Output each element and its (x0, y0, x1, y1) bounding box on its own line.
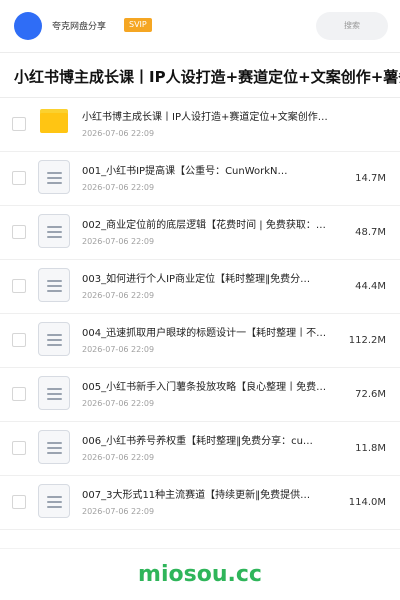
svip-badge: SVIP (124, 18, 152, 32)
checkbox[interactable] (12, 333, 26, 347)
file-size: 11.8M (355, 443, 386, 454)
top-bar: 夸克网盘分享 SVIP 搜索 (0, 0, 400, 52)
top-divider (0, 52, 400, 53)
file-date: 2026-07-06 22:09 (82, 453, 155, 462)
file-date: 2026-07-06 22:09 (82, 291, 155, 300)
document-icon (38, 430, 70, 464)
file-name: 002_商业定位前的底层逻辑【花费时间 | 免费获取：… (82, 220, 326, 231)
avatar[interactable] (14, 12, 42, 40)
username: 夸克网盘分享 (52, 22, 107, 32)
file-name: 003_如何进行个人IP商业定位【耗时整理‖免费分… (82, 274, 311, 285)
checkbox[interactable] (12, 441, 26, 455)
file-date: 2026-07-06 22:09 (82, 183, 155, 192)
file-size: 48.7M (355, 227, 386, 238)
file-name: 小红书博主成长课丨IP人设打造+赛道定位+文案创作… (82, 112, 328, 123)
document-icon (38, 322, 70, 356)
document-icon (38, 376, 70, 410)
document-icon (38, 268, 70, 302)
document-icon (38, 484, 70, 518)
file-name: 001_小红书IP提高课【公重号：CunWorkN… (82, 166, 288, 177)
list-item[interactable]: 004_迅速抓取用户眼球的标题设计一【耗时整理丨不… 2026-07-06 22:… (0, 314, 400, 368)
list-item[interactable]: 001_小红书IP提高课【公重号：CunWorkN… 2026-07-06 22:… (0, 152, 400, 206)
checkbox[interactable] (12, 117, 26, 131)
file-date: 2026-07-06 22:09 (82, 237, 155, 246)
list-item[interactable]: 003_如何进行个人IP商业定位【耗时整理‖免费分… 2026-07-06 22:… (0, 260, 400, 314)
list-item[interactable]: 006_小红书养号养权重【耗时整理‖免费分享：cu… 2026-07-06 22:… (0, 422, 400, 476)
file-size: 14.7M (355, 173, 386, 184)
search-input[interactable]: 搜索 (316, 12, 388, 40)
checkbox[interactable] (12, 387, 26, 401)
file-date: 2026-07-06 22:09 (82, 399, 155, 408)
file-list: 小红书博主成长课丨IP人设打造+赛道定位+文案创作… 2026-07-06 22:… (0, 98, 400, 530)
watermark: miosou.cc (138, 562, 262, 587)
file-size: 112.2M (348, 335, 386, 346)
document-icon (38, 214, 70, 248)
file-name: 005_小红书新手入门薯条投放攻略【良心整理丨免费… (82, 382, 327, 393)
document-icon (38, 160, 70, 194)
file-size: 114.0M (348, 497, 386, 508)
list-item[interactable]: 002_商业定位前的底层逻辑【花费时间 | 免费获取：… 2026-07-06 2… (0, 206, 400, 260)
checkbox[interactable] (12, 495, 26, 509)
folder-icon (40, 109, 68, 133)
file-name: 006_小红书养号养权重【耗时整理‖免费分享：cu… (82, 436, 313, 447)
file-name: 004_迅速抓取用户眼球的标题设计一【耗时整理丨不… (82, 328, 327, 339)
file-date: 2026-07-06 22:09 (82, 345, 155, 354)
list-item[interactable]: 小红书博主成长课丨IP人设打造+赛道定位+文案创作… 2026-07-06 22:… (0, 98, 400, 152)
checkbox[interactable] (12, 171, 26, 185)
checkbox[interactable] (12, 279, 26, 293)
list-item[interactable]: 005_小红书新手入门薯条投放攻略【良心整理丨免费… 2026-07-06 22:… (0, 368, 400, 422)
file-size: 72.6M (355, 389, 386, 400)
page-title: 小红书博主成长课丨IP人设打造+赛道定位+文案创作+薯条 (14, 68, 400, 86)
file-date: 2026-07-06 22:09 (82, 129, 155, 138)
checkbox[interactable] (12, 225, 26, 239)
file-date: 2026-07-06 22:09 (82, 507, 155, 516)
list-item[interactable]: 007_3大形式11种主流赛道【持续更新‖免费提供… 2026-07-06 22:… (0, 476, 400, 530)
file-size: 44.4M (355, 281, 386, 292)
file-name: 007_3大形式11种主流赛道【持续更新‖免费提供… (82, 490, 311, 501)
